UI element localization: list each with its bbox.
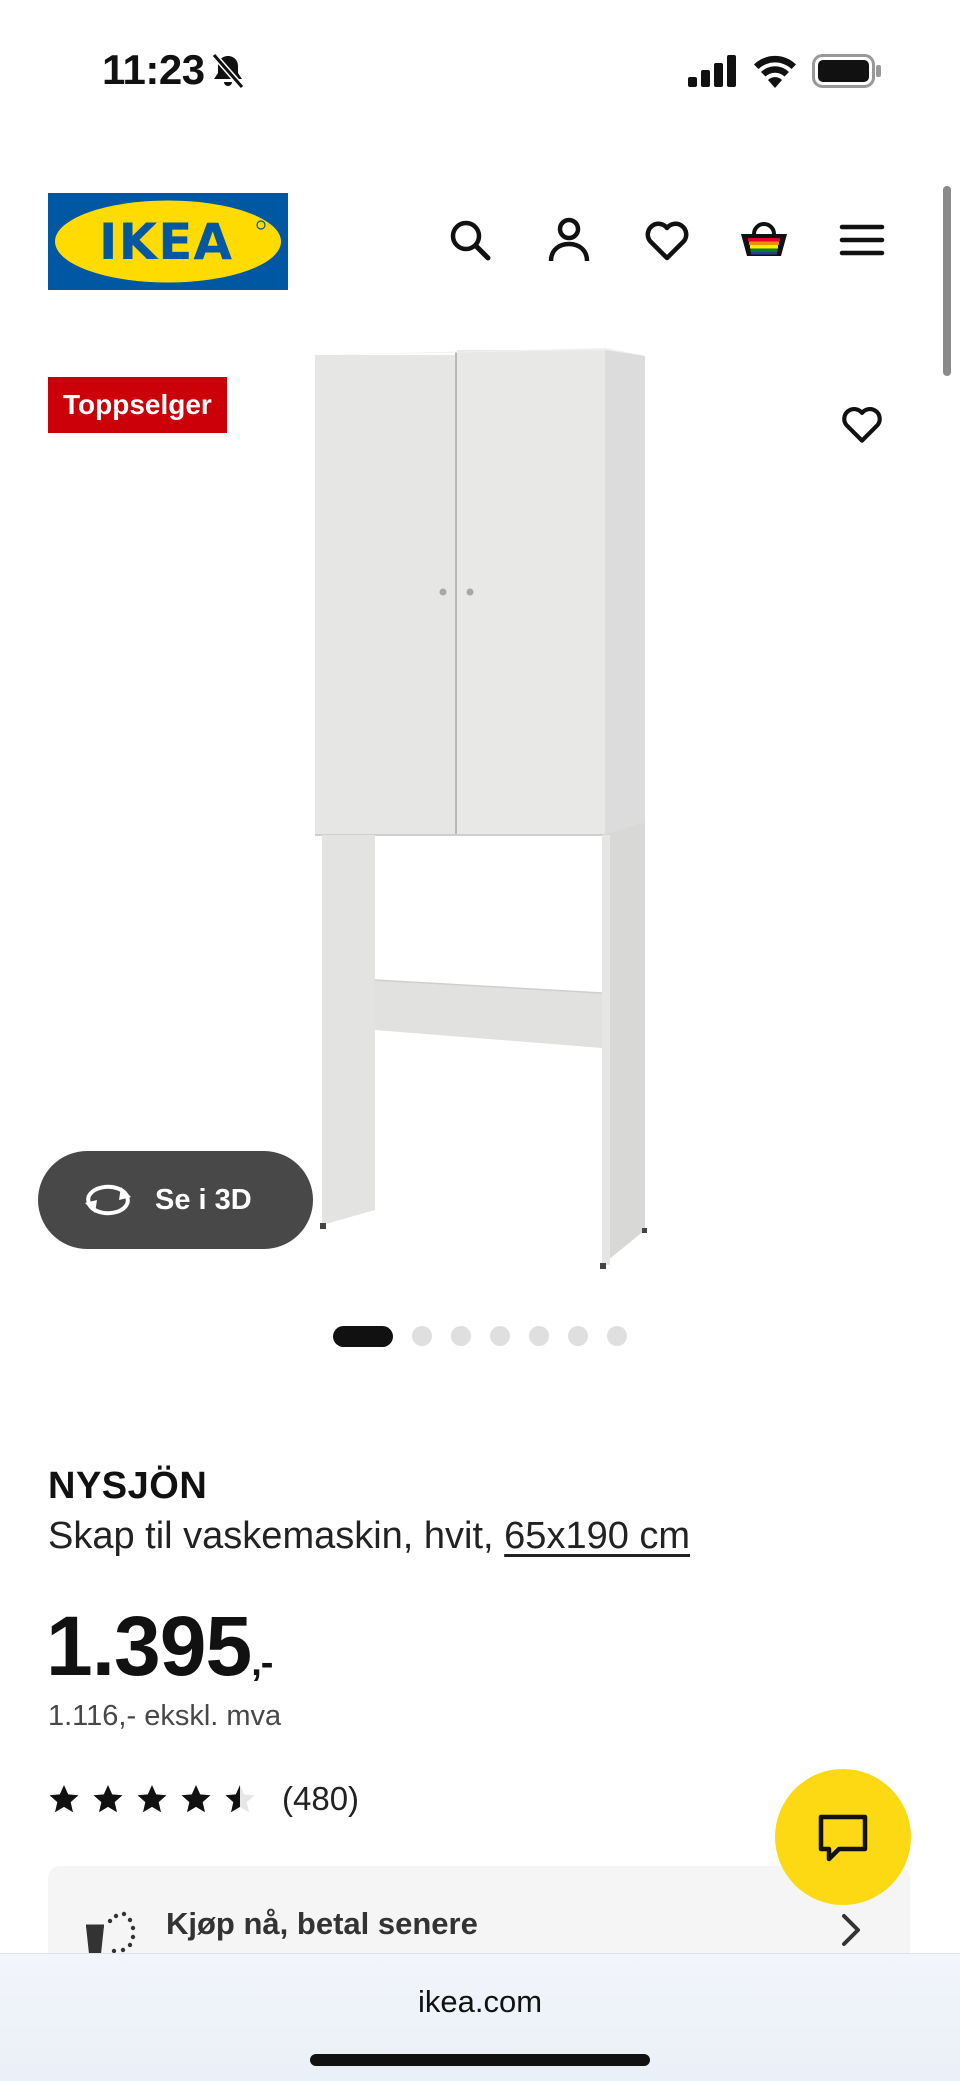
price-suffix: ,- xyxy=(251,1642,273,1684)
carousel-dot[interactable] xyxy=(568,1326,588,1346)
battery-icon xyxy=(812,54,881,88)
wifi-icon xyxy=(754,55,796,88)
ikea-logo[interactable]: IKEA xyxy=(48,193,288,290)
menu-icon[interactable] xyxy=(836,214,888,266)
add-to-favourites-icon[interactable] xyxy=(838,400,886,448)
price-excluding-vat: 1.116,- ekskl. mva xyxy=(48,1700,282,1732)
carousel-dot[interactable] xyxy=(451,1326,471,1346)
heart-icon[interactable] xyxy=(641,214,693,266)
carousel-dot[interactable] xyxy=(490,1326,510,1346)
chevron-right-icon xyxy=(842,1914,860,1946)
image-carousel-dots[interactable] xyxy=(333,1325,646,1347)
cabinet-illustration xyxy=(315,348,647,1269)
carousel-dot[interactable] xyxy=(529,1326,549,1346)
review-count: (480) xyxy=(282,1780,360,1817)
top-seller-badge: Toppselger xyxy=(48,377,227,433)
payment-icon xyxy=(86,1911,136,1954)
signal-icon xyxy=(688,55,736,87)
buy-now-pay-later-label: Kjøp nå, betal senere xyxy=(166,1906,478,1941)
view-3d-label: Se i 3D xyxy=(155,1183,252,1216)
view-3d-button[interactable]: Se i 3D xyxy=(38,1151,313,1249)
carousel-dot[interactable] xyxy=(607,1326,627,1346)
bell-slash-icon xyxy=(211,53,245,89)
chat-icon xyxy=(818,1814,868,1862)
account-icon[interactable] xyxy=(543,214,595,266)
product-rating[interactable]: (480) xyxy=(48,1780,359,1818)
product-description: Skap til vaskemaskin, hvit, 65x190 cm xyxy=(48,1515,690,1558)
search-icon[interactable] xyxy=(444,214,496,266)
star-full-icon xyxy=(136,1783,168,1815)
product-price: 1.395,- xyxy=(46,1598,273,1695)
carousel-dot-active[interactable] xyxy=(333,1325,393,1347)
rotate-3d-icon xyxy=(85,1184,131,1216)
home-indicator[interactable] xyxy=(310,2054,650,2066)
star-full-icon xyxy=(48,1783,80,1815)
status-time: 11:23 xyxy=(102,46,205,93)
product-type: Skap til vaskemaskin, hvit, xyxy=(48,1515,494,1557)
product-image[interactable] xyxy=(250,330,700,1290)
product-name: NYSJÖN xyxy=(48,1465,208,1507)
url-text[interactable]: ikea.com xyxy=(0,1984,960,2020)
product-size-link[interactable]: 65x190 cm xyxy=(504,1515,690,1557)
status-bar: 11:23 xyxy=(0,0,960,140)
carousel-dot[interactable] xyxy=(412,1326,432,1346)
star-half-icon xyxy=(224,1783,256,1815)
price-value: 1.395 xyxy=(46,1599,252,1693)
star-full-icon xyxy=(180,1783,212,1815)
basket-icon[interactable] xyxy=(738,214,790,266)
chat-button[interactable] xyxy=(775,1769,911,1905)
ikea-logo-graphic: IKEA xyxy=(48,193,288,290)
page-scrollbar[interactable] xyxy=(943,186,951,376)
browser-address-bar[interactable]: ikea.com xyxy=(0,1953,960,2081)
star-full-icon xyxy=(92,1783,124,1815)
svg-text:IKEA: IKEA xyxy=(99,213,233,271)
